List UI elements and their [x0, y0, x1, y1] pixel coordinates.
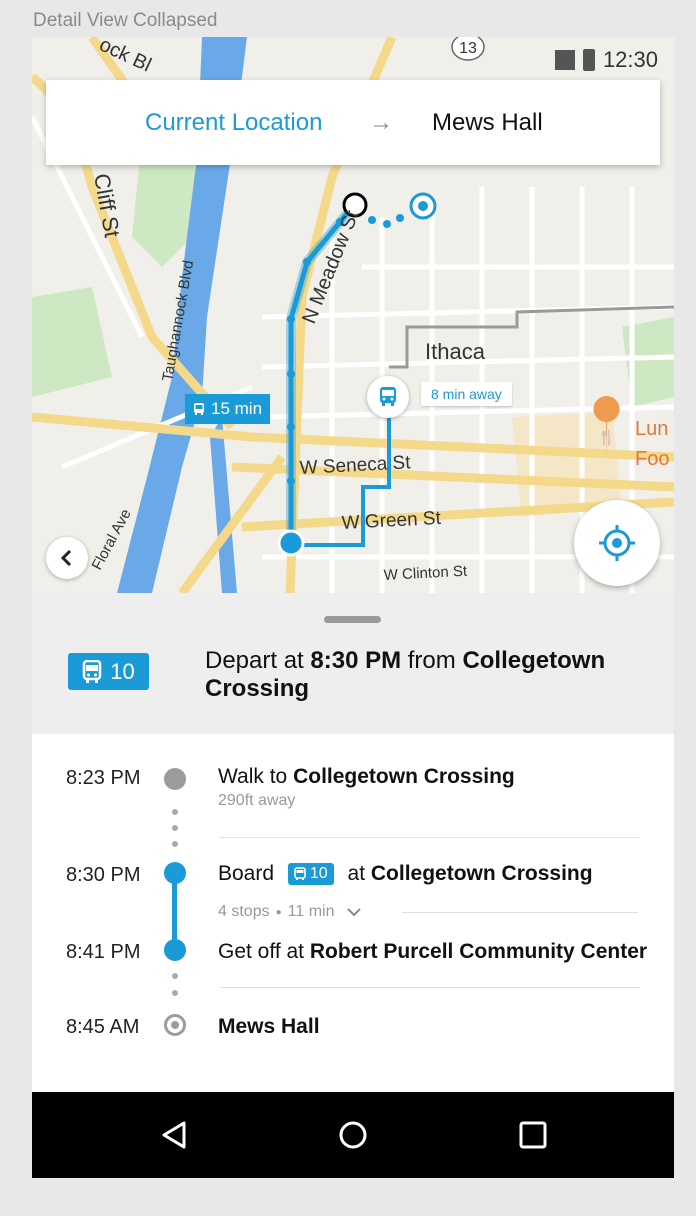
bus-icon — [83, 659, 102, 683]
drag-handle[interactable] — [324, 616, 381, 623]
recents-square-icon[interactable] — [518, 1120, 548, 1150]
divider — [220, 837, 640, 838]
stops-toggle[interactable]: 4 stops ● 11 min — [218, 903, 362, 921]
step-place: Robert Purcell Community Center — [309, 940, 648, 963]
step-time: 8:45 AM — [66, 1016, 140, 1038]
divider — [402, 912, 638, 913]
walk-time-label: 15 min — [211, 399, 263, 418]
bus-icon — [194, 403, 204, 415]
system-nav-bar — [32, 1092, 674, 1178]
home-circle-icon[interactable] — [338, 1120, 368, 1150]
alight-node — [164, 939, 186, 961]
screen-caption: Detail View Collapsed — [33, 10, 218, 31]
step-prefix: Board — [218, 862, 275, 885]
bus-route-number: 10 — [110, 658, 135, 684]
chevron-down-icon[interactable] — [346, 907, 362, 917]
bus-route-badge: 10 — [68, 653, 149, 690]
trip-timeline: 8:23 PM Walk to Collegetown Crossing 290… — [32, 734, 674, 1092]
bus-location-marker[interactable] — [367, 376, 409, 418]
step-sub: 290ft away — [218, 792, 296, 809]
step-description: Get off at Robert Purcell Community Cent… — [218, 940, 647, 964]
crosshair-icon — [599, 525, 635, 561]
detail-sheet-header[interactable]: 10 Depart at 8:30 PM from Collegetown Cr… — [32, 593, 674, 734]
step-time: 8:23 PM — [66, 767, 141, 789]
step-place: Collegetown Crossing — [293, 765, 515, 788]
route-13-badge: 13 — [459, 40, 477, 57]
walk-dot — [172, 973, 178, 979]
board-node — [164, 862, 186, 884]
walk-dot — [172, 825, 178, 831]
status-time: 12:30 — [602, 47, 658, 72]
bullet-separator: ● — [275, 906, 282, 918]
signal-icon — [554, 50, 575, 70]
walk-dot — [172, 809, 178, 815]
my-location-button[interactable] — [574, 500, 660, 586]
chevron-left-icon — [60, 549, 72, 567]
bus-icon — [294, 867, 306, 881]
route-arrow-icon: → — [369, 108, 393, 136]
walk-dot — [172, 841, 178, 847]
step-description: Board 10 at Collegetown Crossing — [218, 862, 593, 886]
walk-dot — [172, 990, 178, 996]
step-mid: at — [347, 862, 366, 885]
stops-count: 4 stops — [218, 903, 270, 920]
battery-icon — [582, 49, 595, 71]
origin-field[interactable]: Current Location — [145, 109, 322, 137]
step-prefix: Get off at — [218, 940, 304, 963]
step-place: Mews Hall — [218, 1015, 320, 1038]
step-prefix: Walk to — [218, 765, 288, 788]
status-bar: 12:30 — [554, 47, 658, 73]
destination-node — [164, 1014, 186, 1036]
map-label-ithaca: Ithaca — [425, 339, 486, 364]
map-label-foo: Foo — [635, 448, 669, 470]
svg-text:🍴: 🍴 — [598, 429, 615, 446]
ride-duration: 11 min — [287, 903, 335, 920]
back-button[interactable] — [46, 537, 88, 579]
bus-icon — [380, 387, 396, 406]
bus-mini-badge: 10 — [287, 863, 334, 886]
map-view[interactable]: 13 🍴 ock Bl Cliff St Taughannock Blvd N … — [32, 37, 674, 596]
depart-prefix: Depart at — [205, 647, 304, 674]
depart-time: 8:30 PM — [310, 647, 402, 674]
bus-away-tag: 8 min away — [421, 382, 512, 406]
step-description: Walk to Collegetown Crossing — [218, 765, 515, 789]
phone-screen: 13 🍴 ock Bl Cliff St Taughannock Blvd N … — [32, 37, 674, 1178]
destination-field[interactable]: Mews Hall — [432, 109, 543, 137]
step-description: Mews Hall — [218, 1015, 320, 1039]
bus-mini-number: 10 — [309, 865, 328, 883]
step-time: 8:41 PM — [66, 941, 141, 963]
depart-summary: Depart at 8:30 PM from Collegetown Cross… — [205, 647, 645, 703]
walk-start-node — [164, 768, 186, 790]
step-place: Collegetown Crossing — [370, 862, 593, 885]
walk-time-pill: 15 min — [185, 394, 271, 424]
divider — [220, 987, 640, 988]
step-time: 8:30 PM — [66, 864, 141, 886]
map-label-lun: Lun — [635, 418, 668, 440]
depart-mid: from — [407, 647, 456, 674]
back-triangle-icon[interactable] — [160, 1120, 190, 1150]
route-header-card[interactable]: Current Location → Mews Hall — [46, 80, 660, 165]
